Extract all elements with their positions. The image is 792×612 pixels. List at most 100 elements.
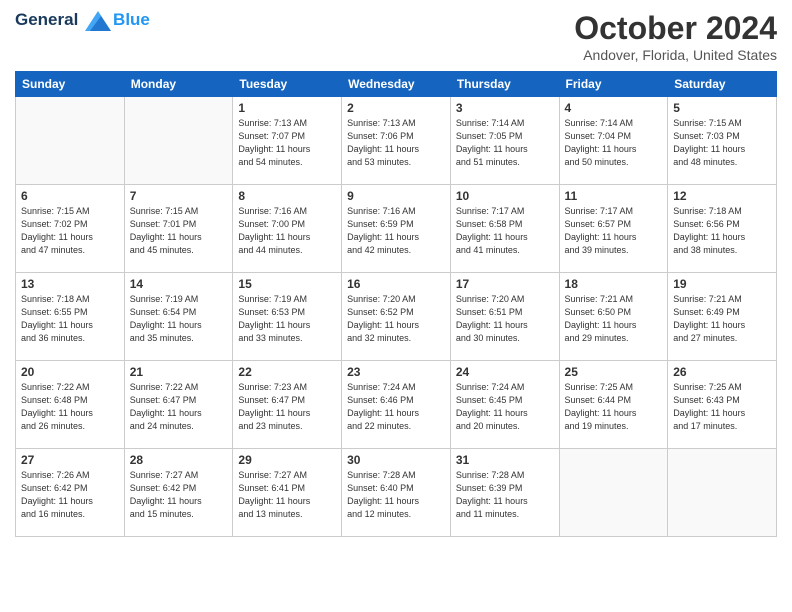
calendar-cell: 15 Sunrise: 7:19 AM Sunset: 6:53 PM Dayli… — [233, 273, 342, 361]
day-number: 25 — [565, 365, 663, 379]
day-info: Sunrise: 7:27 AM Sunset: 6:41 PM Dayligh… — [238, 469, 336, 521]
calendar-cell — [559, 449, 668, 537]
calendar-cell: 20 Sunrise: 7:22 AM Sunset: 6:48 PM Dayli… — [16, 361, 125, 449]
day-info: Sunrise: 7:13 AM Sunset: 7:07 PM Dayligh… — [238, 117, 336, 169]
day-info: Sunrise: 7:19 AM Sunset: 6:53 PM Dayligh… — [238, 293, 336, 345]
day-number: 19 — [673, 277, 771, 291]
calendar-cell: 31Sunrise: 7:28 AM Sunset: 6:39 PM Dayli… — [450, 449, 559, 537]
calendar-cell: 8 Sunrise: 7:16 AM Sunset: 7:00 PM Daylig… — [233, 185, 342, 273]
calendar-cell: 23Sunrise: 7:24 AM Sunset: 6:46 PM Dayli… — [342, 361, 451, 449]
calendar-cell — [668, 449, 777, 537]
calendar-cell: 25 Sunrise: 7:25 AM Sunset: 6:44 PM Dayli… — [559, 361, 668, 449]
day-number: 18 — [565, 277, 663, 291]
day-info: Sunrise: 7:15 AM Sunset: 7:02 PM Dayligh… — [21, 205, 119, 257]
day-number: 1 — [238, 101, 336, 115]
calendar-cell: 12 Sunrise: 7:18 AM Sunset: 6:56 PM Dayli… — [668, 185, 777, 273]
calendar-cell: 2 Sunrise: 7:13 AM Sunset: 7:06 PM Daylig… — [342, 97, 451, 185]
day-info: Sunrise: 7:28 AM Sunset: 6:39 PM Dayligh… — [456, 469, 554, 521]
day-number: 11 — [565, 189, 663, 203]
day-info: Sunrise: 7:25 AM Sunset: 6:43 PM Dayligh… — [673, 381, 771, 433]
logo-icon — [85, 11, 111, 31]
day-info: Sunrise: 7:20 AM Sunset: 6:52 PM Dayligh… — [347, 293, 445, 345]
weekday-header: Friday — [559, 72, 668, 97]
day-info: Sunrise: 7:22 AM Sunset: 6:48 PM Dayligh… — [21, 381, 119, 433]
location: Andover, Florida, United States — [574, 47, 777, 63]
calendar-cell: 13 Sunrise: 7:18 AM Sunset: 6:55 PM Dayli… — [16, 273, 125, 361]
day-info: Sunrise: 7:16 AM Sunset: 7:00 PM Dayligh… — [238, 205, 336, 257]
calendar-cell: 18 Sunrise: 7:21 AM Sunset: 6:50 PM Dayli… — [559, 273, 668, 361]
weekday-header: Saturday — [668, 72, 777, 97]
day-number: 2 — [347, 101, 445, 115]
calendar-header-row: SundayMondayTuesdayWednesdayThursdayFrid… — [16, 72, 777, 97]
day-info: Sunrise: 7:24 AM Sunset: 6:46 PM Dayligh… — [347, 381, 445, 433]
calendar-cell: 11Sunrise: 7:17 AM Sunset: 6:57 PM Dayli… — [559, 185, 668, 273]
day-number: 3 — [456, 101, 554, 115]
month-title: October 2024 — [574, 10, 777, 47]
calendar-cell: 6 Sunrise: 7:15 AM Sunset: 7:02 PM Daylig… — [16, 185, 125, 273]
weekday-header: Tuesday — [233, 72, 342, 97]
day-info: Sunrise: 7:13 AM Sunset: 7:06 PM Dayligh… — [347, 117, 445, 169]
day-info: Sunrise: 7:25 AM Sunset: 6:44 PM Dayligh… — [565, 381, 663, 433]
logo-blue: Blue — [113, 10, 150, 30]
calendar-cell: 17 Sunrise: 7:20 AM Sunset: 6:51 PM Dayli… — [450, 273, 559, 361]
calendar-cell: 30 Sunrise: 7:28 AM Sunset: 6:40 PM Dayli… — [342, 449, 451, 537]
day-number: 4 — [565, 101, 663, 115]
day-info: Sunrise: 7:21 AM Sunset: 6:49 PM Dayligh… — [673, 293, 771, 345]
weekday-header: Wednesday — [342, 72, 451, 97]
day-number: 15 — [238, 277, 336, 291]
week-row: 6 Sunrise: 7:15 AM Sunset: 7:02 PM Daylig… — [16, 185, 777, 273]
calendar-cell: 28Sunrise: 7:27 AM Sunset: 6:42 PM Dayli… — [124, 449, 233, 537]
day-number: 12 — [673, 189, 771, 203]
day-number: 8 — [238, 189, 336, 203]
weekday-header: Thursday — [450, 72, 559, 97]
logo-text: General — [15, 10, 111, 31]
title-area: October 2024 Andover, Florida, United St… — [574, 10, 777, 63]
weekday-header: Sunday — [16, 72, 125, 97]
day-number: 30 — [347, 453, 445, 467]
calendar-cell: 24Sunrise: 7:24 AM Sunset: 6:45 PM Dayli… — [450, 361, 559, 449]
day-number: 16 — [347, 277, 445, 291]
day-info: Sunrise: 7:18 AM Sunset: 6:55 PM Dayligh… — [21, 293, 119, 345]
day-info: Sunrise: 7:19 AM Sunset: 6:54 PM Dayligh… — [130, 293, 228, 345]
day-info: Sunrise: 7:26 AM Sunset: 6:42 PM Dayligh… — [21, 469, 119, 521]
calendar-cell: 4 Sunrise: 7:14 AM Sunset: 7:04 PM Daylig… — [559, 97, 668, 185]
day-info: Sunrise: 7:22 AM Sunset: 6:47 PM Dayligh… — [130, 381, 228, 433]
calendar-cell: 26Sunrise: 7:25 AM Sunset: 6:43 PM Dayli… — [668, 361, 777, 449]
day-number: 14 — [130, 277, 228, 291]
week-row: 13 Sunrise: 7:18 AM Sunset: 6:55 PM Dayli… — [16, 273, 777, 361]
day-info: Sunrise: 7:21 AM Sunset: 6:50 PM Dayligh… — [565, 293, 663, 345]
weekday-header: Monday — [124, 72, 233, 97]
week-row: 27Sunrise: 7:26 AM Sunset: 6:42 PM Dayli… — [16, 449, 777, 537]
calendar-cell: 22 Sunrise: 7:23 AM Sunset: 6:47 PM Dayli… — [233, 361, 342, 449]
day-number: 17 — [456, 277, 554, 291]
calendar-cell: 5Sunrise: 7:15 AM Sunset: 7:03 PM Daylig… — [668, 97, 777, 185]
day-number: 22 — [238, 365, 336, 379]
calendar-cell: 7Sunrise: 7:15 AM Sunset: 7:01 PM Daylig… — [124, 185, 233, 273]
calendar-cell: 21 Sunrise: 7:22 AM Sunset: 6:47 PM Dayli… — [124, 361, 233, 449]
day-number: 21 — [130, 365, 228, 379]
calendar-cell — [16, 97, 125, 185]
day-number: 6 — [21, 189, 119, 203]
week-row: 1 Sunrise: 7:13 AM Sunset: 7:07 PM Daylig… — [16, 97, 777, 185]
day-number: 20 — [21, 365, 119, 379]
page: General Blue October 2024 Andover, Flori… — [0, 0, 792, 612]
logo-area: General Blue — [15, 10, 150, 31]
day-number: 13 — [21, 277, 119, 291]
day-info: Sunrise: 7:27 AM Sunset: 6:42 PM Dayligh… — [130, 469, 228, 521]
calendar-cell: 27Sunrise: 7:26 AM Sunset: 6:42 PM Dayli… — [16, 449, 125, 537]
day-info: Sunrise: 7:23 AM Sunset: 6:47 PM Dayligh… — [238, 381, 336, 433]
calendar-cell: 9Sunrise: 7:16 AM Sunset: 6:59 PM Daylig… — [342, 185, 451, 273]
day-info: Sunrise: 7:20 AM Sunset: 6:51 PM Dayligh… — [456, 293, 554, 345]
day-info: Sunrise: 7:18 AM Sunset: 6:56 PM Dayligh… — [673, 205, 771, 257]
day-info: Sunrise: 7:28 AM Sunset: 6:40 PM Dayligh… — [347, 469, 445, 521]
day-info: Sunrise: 7:14 AM Sunset: 7:04 PM Dayligh… — [565, 117, 663, 169]
week-row: 20 Sunrise: 7:22 AM Sunset: 6:48 PM Dayli… — [16, 361, 777, 449]
calendar-cell — [124, 97, 233, 185]
day-info: Sunrise: 7:15 AM Sunset: 7:01 PM Dayligh… — [130, 205, 228, 257]
day-info: Sunrise: 7:14 AM Sunset: 7:05 PM Dayligh… — [456, 117, 554, 169]
day-number: 5 — [673, 101, 771, 115]
calendar-cell: 1 Sunrise: 7:13 AM Sunset: 7:07 PM Daylig… — [233, 97, 342, 185]
calendar-cell: 29Sunrise: 7:27 AM Sunset: 6:41 PM Dayli… — [233, 449, 342, 537]
day-info: Sunrise: 7:16 AM Sunset: 6:59 PM Dayligh… — [347, 205, 445, 257]
calendar-cell: 3 Sunrise: 7:14 AM Sunset: 7:05 PM Daylig… — [450, 97, 559, 185]
